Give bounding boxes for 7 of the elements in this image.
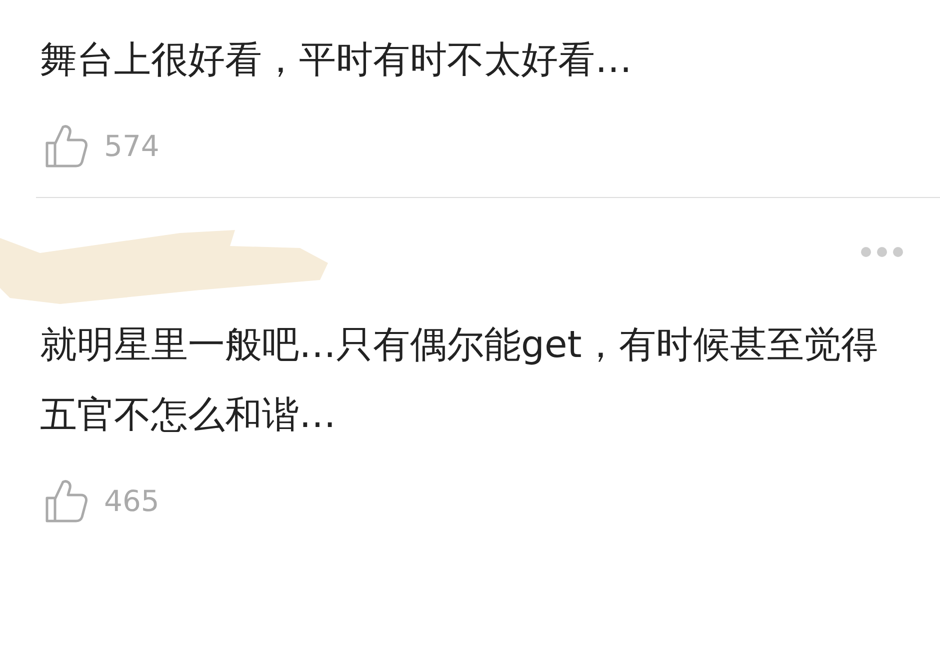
- comment-text: 就明星里一般吧…只有偶尔能get，有时候甚至觉得五官不怎么和谐…: [40, 322, 879, 438]
- more-icon[interactable]: [860, 246, 904, 258]
- like-count: 574: [104, 129, 160, 163]
- like-count: 465: [104, 484, 160, 518]
- thumbs-up-icon[interactable]: [44, 478, 88, 524]
- comment-text: 舞台上很好看，平时有时不太好看…: [40, 37, 633, 83]
- thumbs-up-icon[interactable]: [44, 123, 88, 169]
